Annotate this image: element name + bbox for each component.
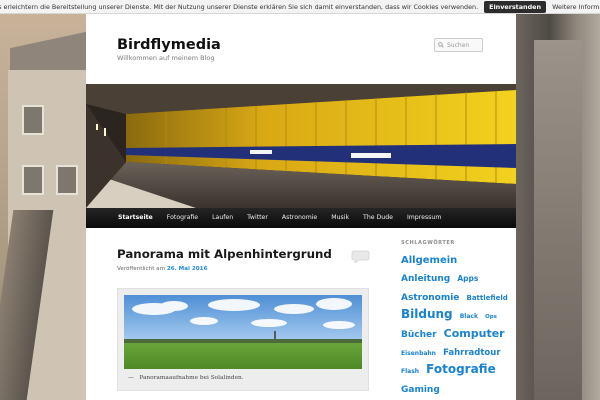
header-image[interactable] xyxy=(86,84,516,208)
tag-link[interactable]: Fahrradtour xyxy=(443,348,500,359)
tag-link[interactable]: Allgemein xyxy=(401,255,457,267)
search-icon xyxy=(438,42,444,48)
nav-item-twitter[interactable]: Twitter xyxy=(240,208,275,228)
tag-link[interactable]: Battlefield xyxy=(467,294,508,302)
page-container: Birdflymedia Willkommen auf meinem Blog … xyxy=(86,14,516,400)
nav-item-impressum[interactable]: Impressum xyxy=(400,208,448,228)
cookie-message: Cookies erleichtern die Bereitstellung u… xyxy=(0,2,479,11)
post-date-link[interactable]: 26. Mai 2016 xyxy=(167,266,208,272)
nav-item-startseite[interactable]: Startseite xyxy=(111,208,160,228)
figure-caption: — Panoramaaufnahme bei Solalinden. xyxy=(128,375,244,381)
nav-item-the-dude[interactable]: The Dude xyxy=(356,208,400,228)
tag-cloud-title: SCHLAGWÖRTER xyxy=(401,240,455,246)
cookie-consent-bar: Cookies erleichtern die Bereitstellung u… xyxy=(0,0,600,14)
comment-bubble-icon[interactable] xyxy=(351,250,370,263)
tag-link[interactable]: Eisenbahn xyxy=(401,350,436,358)
nav-item-musik[interactable]: Musik xyxy=(324,208,356,228)
post-meta-prefix: Veröffentlicht am xyxy=(117,266,166,272)
site-description: Willkommen auf meinem Blog xyxy=(117,54,215,62)
search-placeholder: Suchen xyxy=(447,41,470,49)
tag-link[interactable]: Apps xyxy=(457,275,478,284)
tag-link[interactable]: Anleitung xyxy=(401,274,450,284)
tag-link[interactable]: Bildung xyxy=(401,307,453,322)
tag-link[interactable]: Bücher xyxy=(401,330,437,340)
tag-link[interactable]: Ops xyxy=(485,314,497,320)
caption-dash: — xyxy=(128,375,134,381)
site-title[interactable]: Birdflymedia xyxy=(117,37,221,53)
sidebar: SCHLAGWÖRTER Allgemein Anleitung Apps As… xyxy=(401,240,511,396)
cookie-accept-button[interactable]: Einverstanden xyxy=(484,0,547,13)
tag-link[interactable]: Gaming xyxy=(401,385,440,395)
tag-link[interactable]: Fotografie xyxy=(426,363,496,377)
post-meta: Veröffentlicht am 26. Mai 2016 xyxy=(117,266,207,272)
main-navigation: Startseite Fotografie Laufen Twitter Ast… xyxy=(86,208,516,228)
tag-cloud: Allgemein Anleitung Apps Astronomie Batt… xyxy=(401,249,511,396)
cookie-more-info-link[interactable]: Weitere Informationen xyxy=(552,3,600,11)
nav-item-astronomie[interactable]: Astronomie xyxy=(275,208,324,228)
search-input[interactable]: Suchen xyxy=(434,38,483,52)
nav-item-laufen[interactable]: Laufen xyxy=(205,208,240,228)
caption-text: Panoramaaufnahme bei Solalinden. xyxy=(139,375,244,381)
tag-link[interactable]: Flash xyxy=(401,368,419,376)
post-title[interactable]: Panorama mit Alpenhintergrund xyxy=(117,247,332,261)
tag-link[interactable]: Computer xyxy=(444,327,505,341)
post-figure: — Panoramaaufnahme bei Solalinden. xyxy=(117,288,369,391)
tag-link[interactable]: Black xyxy=(460,313,478,321)
tag-link[interactable]: Astronomie xyxy=(401,293,459,303)
nav-item-fotografie[interactable]: Fotografie xyxy=(160,208,205,228)
background-photo-right xyxy=(516,0,600,400)
panorama-image[interactable] xyxy=(124,295,362,369)
background-photo-left xyxy=(0,0,86,400)
